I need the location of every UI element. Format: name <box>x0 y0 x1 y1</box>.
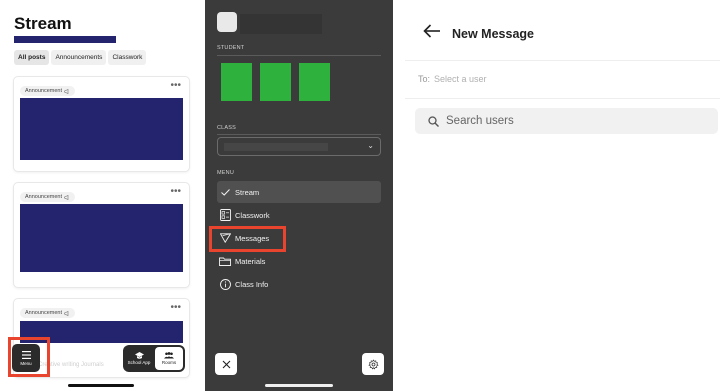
announcement-chip: Announcement <box>20 192 75 202</box>
menu-item-class-info[interactable]: Class Info <box>217 273 381 295</box>
megaphone-icon <box>64 194 69 200</box>
home-indicator <box>265 384 333 387</box>
student-avatar[interactable] <box>221 63 252 101</box>
post-card[interactable]: Announcement ••• <box>13 182 190 288</box>
gear-icon <box>367 358 379 369</box>
class-name-redacted <box>224 143 328 151</box>
tab-classwork[interactable]: Classwork <box>108 50 147 65</box>
more-options-icon[interactable]: ••• <box>170 80 181 91</box>
classwork-icon <box>219 209 231 221</box>
stream-tabs: All posts Announcements Classwork <box>14 50 147 65</box>
chip-label: Announcement <box>25 194 62 200</box>
menu-section-label: MENU <box>217 170 234 176</box>
menu-item-classwork[interactable]: Classwork <box>217 204 381 226</box>
recipient-placeholder: Select a user <box>434 74 487 84</box>
page-title: Stream <box>14 14 72 33</box>
stream-screen: Stream All posts Announcements Classwork… <box>0 0 200 391</box>
search-users-bar[interactable] <box>415 108 718 134</box>
home-indicator <box>68 384 134 387</box>
check-icon <box>219 188 231 196</box>
arrow-left-icon <box>423 24 440 38</box>
close-drawer-button[interactable] <box>215 353 237 375</box>
back-button[interactable] <box>423 24 441 43</box>
student-avatar[interactable] <box>299 63 330 101</box>
to-label: To: <box>418 74 431 84</box>
user-name-redacted <box>240 14 322 34</box>
search-users-input[interactable] <box>446 115 676 127</box>
highlight-box <box>209 226 286 252</box>
people-icon <box>164 352 174 359</box>
class-name-redacted <box>14 36 116 43</box>
more-options-icon[interactable]: ••• <box>170 186 181 197</box>
info-icon <box>219 278 231 290</box>
highlight-box <box>8 337 50 377</box>
post-card[interactable]: Announcement ••• <box>13 76 190 172</box>
screenshot-root: Stream All posts Announcements Classwork… <box>0 0 720 391</box>
chip-label: Announcement <box>25 88 62 94</box>
graduation-cap-icon <box>134 352 144 359</box>
post-media <box>20 98 183 160</box>
rooms-button[interactable]: Rooms <box>155 347 183 370</box>
recipient-field[interactable]: To: Select a user <box>418 74 487 84</box>
class-select[interactable]: ⌄ <box>217 137 381 156</box>
tab-announcements[interactable]: Announcements <box>51 50 107 65</box>
divider <box>405 98 720 99</box>
chip-label: Announcement <box>25 310 62 316</box>
post-media <box>20 204 183 272</box>
student-section-label: STUDENT <box>217 45 245 51</box>
tab-all-posts[interactable]: All posts <box>14 50 50 65</box>
announcement-chip: Announcement <box>20 86 75 96</box>
megaphone-icon <box>64 310 69 316</box>
megaphone-icon <box>64 88 69 94</box>
rooms-label: Rooms <box>161 360 177 365</box>
app-switcher: School App Rooms <box>123 345 185 372</box>
chevron-down-icon: ⌄ <box>367 141 374 150</box>
menu-item-label: Classwork <box>235 210 270 220</box>
school-app-button[interactable]: School App <box>125 347 153 370</box>
divider <box>217 134 381 135</box>
menu-item-label: Class Info <box>235 279 269 289</box>
divider <box>217 55 381 56</box>
menu-item-materials[interactable]: Materials <box>217 250 381 272</box>
page-title: New Message <box>452 27 534 41</box>
more-options-icon[interactable]: ••• <box>170 302 181 313</box>
search-icon <box>428 115 439 127</box>
close-icon <box>222 360 230 368</box>
divider <box>405 60 720 61</box>
announcement-chip: Announcement <box>20 308 75 318</box>
student-avatar[interactable] <box>260 63 291 101</box>
menu-item-label: Materials <box>235 256 266 266</box>
folder-icon <box>219 257 231 266</box>
settings-button[interactable] <box>362 353 384 375</box>
school-app-label: School App <box>127 360 151 365</box>
menu-item-label: Stream <box>235 187 260 197</box>
menu-item-stream[interactable]: Stream <box>217 181 381 203</box>
app-logo <box>217 12 237 32</box>
navigation-drawer: STUDENT CLASS ⌄ MENU Stream Classwork Me… <box>205 0 393 391</box>
class-section-label: CLASS <box>217 125 237 131</box>
new-message-screen: New Message To: Select a user <box>405 0 720 391</box>
